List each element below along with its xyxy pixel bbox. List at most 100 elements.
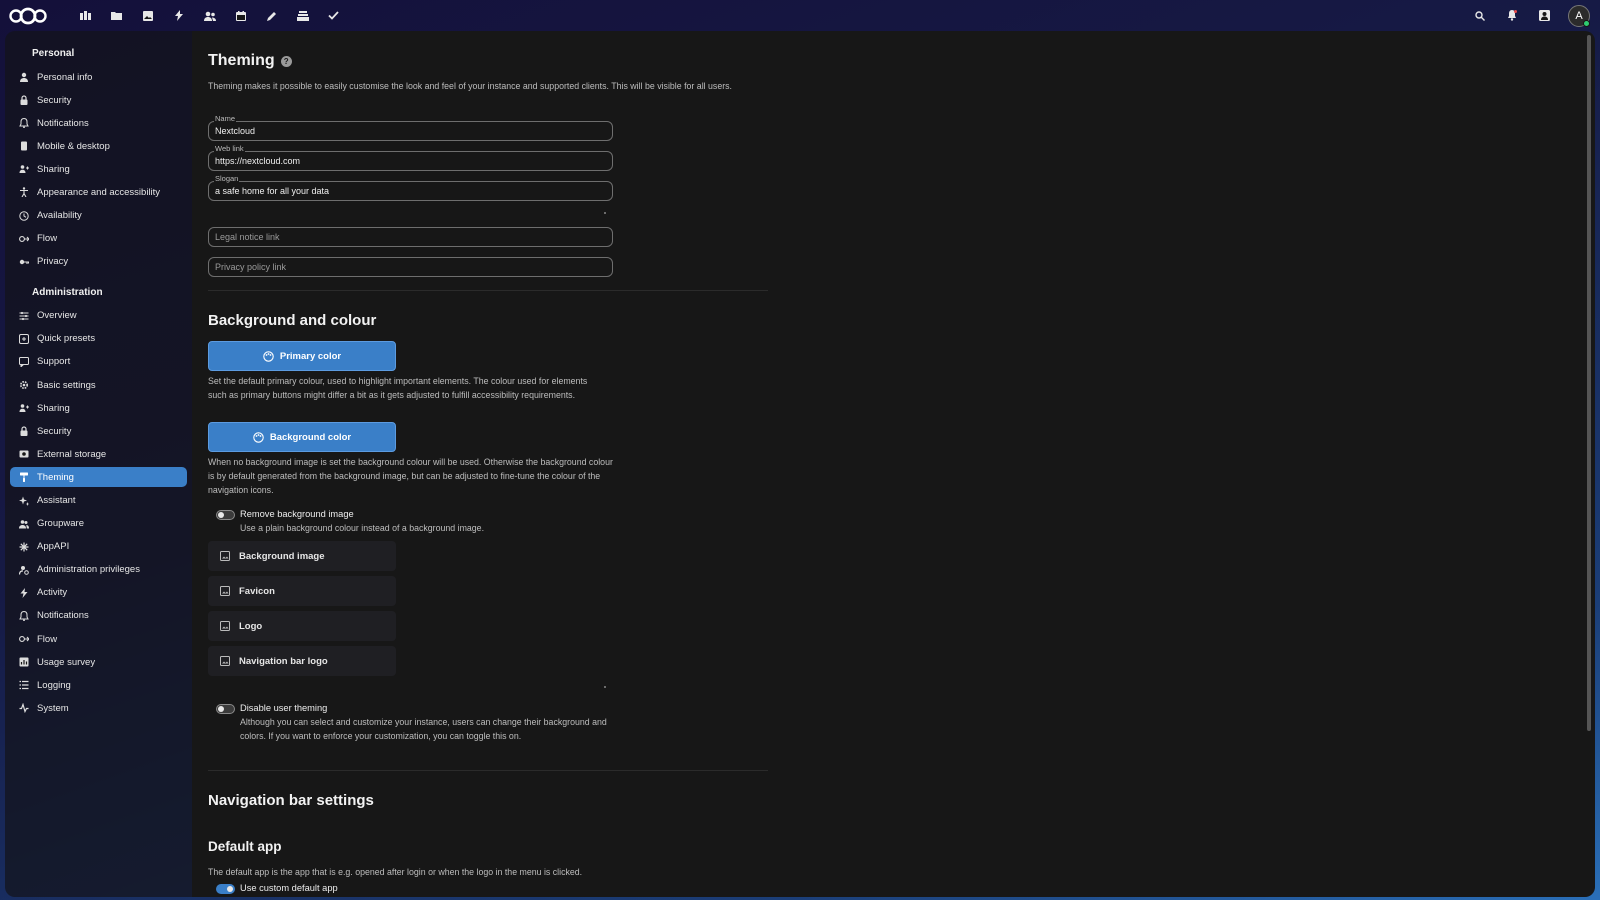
admin-item-logging[interactable]: Logging	[10, 675, 187, 695]
disable-user-theming-label: Disable user theming	[240, 703, 328, 713]
group-icon	[19, 519, 29, 529]
admin-item-support[interactable]: Support	[10, 352, 187, 372]
dashboard-icon[interactable]	[70, 0, 101, 31]
legal-notice-field[interactable]	[208, 227, 613, 247]
admin-item-flow[interactable]: Flow	[10, 629, 187, 649]
admin-item-system[interactable]: System	[10, 698, 187, 718]
support-icon	[19, 356, 29, 367]
palette-icon	[253, 431, 264, 443]
sliders-icon	[19, 311, 29, 321]
pencil-icon[interactable]	[256, 0, 287, 31]
search-icon[interactable]	[1468, 4, 1492, 28]
admin-item-sharing[interactable]: Sharing	[10, 398, 187, 418]
scrollbar[interactable]	[1587, 35, 1591, 731]
clock-icon	[19, 210, 29, 221]
admin-item-overview[interactable]: Overview	[10, 306, 187, 326]
admin-item-external-storage[interactable]: External storage	[10, 444, 187, 464]
name-field-label: Name	[214, 114, 237, 123]
background-color-button[interactable]: Background color	[208, 422, 396, 452]
primary-color-button-label: Primary color	[279, 350, 342, 362]
personal-item-security[interactable]: Security	[10, 90, 187, 110]
sidebar-item-label: Administration privileges	[37, 564, 140, 576]
admin-item-basic-settings[interactable]: Basic settings	[10, 375, 187, 395]
check-icon[interactable]	[318, 0, 349, 31]
privacy-policy-field[interactable]	[208, 257, 613, 277]
sidebar-item-label: Mobile & desktop	[37, 140, 110, 152]
personal-item-privacy[interactable]: Privacy	[10, 252, 187, 272]
remove-background-row: Remove background image Use a plain back…	[216, 507, 484, 535]
sidebar-caption-administration: Administration	[32, 286, 103, 298]
custom-default-app-row: Use custom default app	[216, 881, 338, 895]
sidebar-item-label: Assistant	[37, 495, 76, 506]
divider	[208, 770, 768, 771]
sidebar-item-label: System	[37, 702, 69, 714]
web-link-input[interactable]	[215, 156, 605, 166]
admin-item-appapi[interactable]: AppAPI	[10, 537, 187, 557]
personal-item-appearance-and-accessibility[interactable]: Appearance and accessibility	[10, 182, 187, 202]
admin-item-assistant[interactable]: Assistant	[10, 491, 187, 511]
sidebar-item-label: Security	[37, 94, 72, 106]
disable-user-theming-toggle[interactable]	[216, 704, 235, 714]
admin-item-notifications[interactable]: Notifications	[10, 606, 187, 626]
notifications-bell-icon[interactable]	[1500, 4, 1524, 28]
help-icon[interactable]: ?	[280, 55, 292, 67]
folder-icon[interactable]	[101, 0, 132, 31]
sidebar-item-label: Activity	[37, 587, 68, 599]
nextcloud-logo-icon[interactable]	[8, 6, 50, 26]
personal-item-availability[interactable]: Availability	[10, 206, 187, 226]
admin-item-theming[interactable]: Theming	[10, 467, 187, 488]
personal-settings-list: Personal info Security Notifications Mobile…	[5, 67, 192, 272]
navigation-bar-logo-button[interactable]: Navigation bar logo	[208, 646, 396, 676]
flow-icon	[19, 234, 29, 244]
background-image-button[interactable]: Background image	[208, 541, 396, 571]
personal-item-sharing[interactable]: Sharing	[10, 159, 187, 179]
bell-icon	[19, 118, 29, 129]
page-title: Theming ?	[208, 52, 292, 70]
sidebar-item-label: Overview	[37, 310, 77, 322]
page-title-text: Theming	[208, 52, 275, 69]
deck-icon[interactable]	[287, 0, 318, 31]
contacts-icon[interactable]	[194, 0, 225, 31]
user-avatar[interactable]: A	[1568, 4, 1590, 27]
custom-default-app-toggle[interactable]	[216, 884, 235, 894]
personal-item-flow[interactable]: Flow	[10, 229, 187, 249]
admin-item-groupware[interactable]: Groupware	[10, 514, 187, 534]
palette-icon	[263, 350, 274, 362]
divider	[208, 290, 768, 291]
remove-background-label: Remove background image	[240, 509, 354, 519]
image-icon[interactable]	[132, 0, 163, 31]
web-link-field[interactable]: Web link	[208, 144, 613, 171]
sidebar-item-label: Logging	[37, 679, 71, 691]
personal-item-personal-info[interactable]: Personal info	[10, 67, 187, 87]
bolt-icon[interactable]	[163, 0, 194, 31]
gear-icon	[19, 380, 29, 390]
privacy-policy-input[interactable]	[215, 262, 605, 272]
sidebar-caption-personal: Personal	[32, 48, 75, 59]
pulse-icon	[19, 703, 29, 714]
background-color-button-label: Background color	[269, 431, 352, 443]
sidebar-item-label: Notifications	[37, 610, 89, 622]
favicon-button-label: Favicon	[239, 585, 275, 597]
admin-item-administration-privileges[interactable]: Administration privileges	[10, 560, 187, 580]
lock-icon	[19, 95, 29, 106]
favicon-button[interactable]: Favicon	[208, 576, 396, 606]
share-icon	[19, 403, 29, 413]
logo-button[interactable]: Logo	[208, 611, 396, 641]
name-field[interactable]: Name	[208, 114, 613, 141]
slogan-field[interactable]: Slogan	[208, 174, 613, 201]
contacts-menu-icon[interactable]	[1532, 4, 1556, 28]
admin-item-security[interactable]: Security	[10, 421, 187, 441]
remove-background-toggle[interactable]	[216, 510, 235, 520]
background-section-title: Background and colour	[208, 312, 377, 329]
primary-color-button[interactable]: Primary color	[208, 341, 396, 371]
admin-item-usage-survey[interactable]: Usage survey	[10, 652, 187, 672]
admin-item-activity[interactable]: Activity	[10, 583, 187, 603]
calendar-icon[interactable]	[225, 0, 256, 31]
name-input[interactable]	[215, 126, 605, 136]
separator-dot	[604, 686, 606, 688]
slogan-input[interactable]	[215, 186, 605, 196]
legal-notice-input[interactable]	[215, 232, 605, 242]
personal-item-mobile-desktop[interactable]: Mobile & desktop	[10, 136, 187, 156]
admin-item-quick-presets[interactable]: Quick presets	[10, 329, 187, 349]
personal-item-notifications[interactable]: Notifications	[10, 113, 187, 133]
